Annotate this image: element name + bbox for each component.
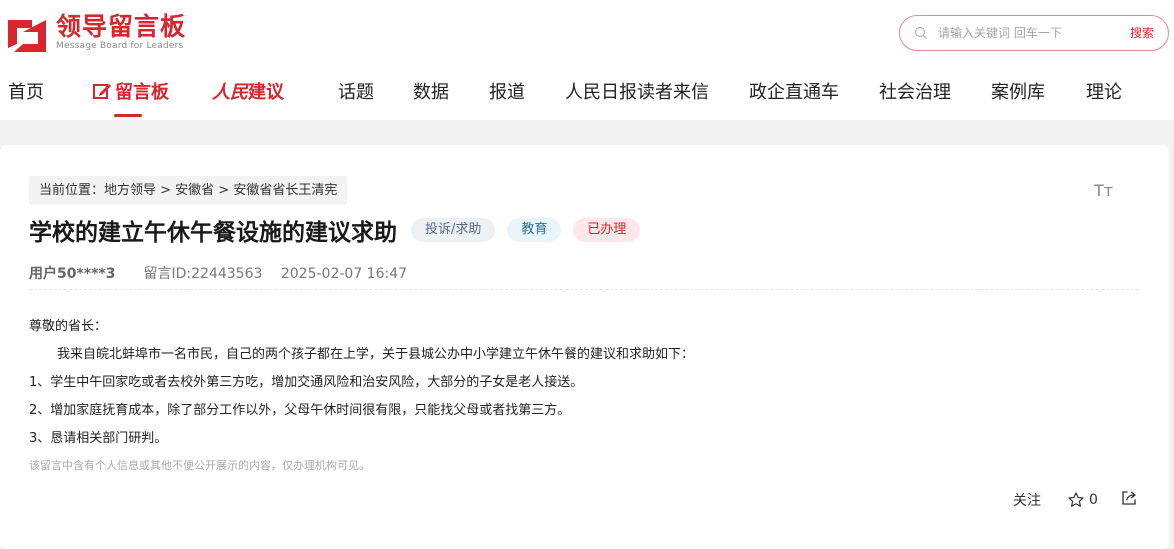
action-bar: 关注 0: [1013, 489, 1138, 511]
star-icon: [1068, 492, 1084, 507]
search-box: 搜索: [899, 15, 1169, 51]
people-brand-logo: 人民: [212, 82, 248, 103]
star-button[interactable]: 0: [1067, 491, 1098, 509]
edit-icon: [93, 84, 111, 99]
logo-mark-icon: [8, 14, 46, 52]
intro-paragraph: 我来自皖北蚌埠市一名市民，自己的两个孩子都在上学，关于县城公办中小学建立午休午餐…: [57, 347, 695, 362]
nav-item-social-governance[interactable]: 社会治理: [879, 78, 951, 104]
follow-button[interactable]: 关注: [1013, 490, 1041, 510]
page-title: 学校的建立午休午餐设施的建议求助: [29, 220, 397, 246]
main-nav: 首页 留言板 人民建议 话题 数据 报道 人民日报读者来信 政企直通车 社会治理…: [0, 66, 1174, 120]
nav-item-data[interactable]: 数据: [413, 78, 449, 104]
nav-item-suggestions[interactable]: 人民建议: [212, 78, 284, 104]
nav-item-home[interactable]: 首页: [8, 78, 44, 104]
nav-item-label: 留言板: [115, 82, 169, 103]
content-point: 2、增加家庭抚育成本，除了部分工作以外，父母午休时间很有限，只能找父母或者找第三…: [29, 403, 571, 418]
star-count: 0: [1089, 492, 1098, 508]
divider: [29, 289, 1139, 290]
privacy-note: 该留言中含有个人信息或其他不便公开展示的内容，仅办理机构可见。: [29, 459, 370, 472]
message-content: 尊敬的省长： 我来自皖北蚌埠市一名市民，自己的两个孩子都在上学，关于县城公办中小…: [29, 313, 694, 453]
message-id: 留言ID:22443563: [143, 266, 263, 282]
breadcrumb[interactable]: 当前位置：地方领导 > 安徽省 > 安徽省省长王清宪: [29, 176, 348, 205]
share-button[interactable]: [1120, 489, 1138, 511]
content-point: 3、恳请相关部门研判。: [29, 431, 168, 446]
message-datetime: 2025-02-07 16:47: [280, 266, 408, 282]
author-name: 用户50****3: [29, 266, 116, 282]
category-badge: 教育: [507, 218, 562, 242]
share-icon: [1122, 491, 1136, 505]
search-icon: [910, 22, 932, 44]
logo-subtitle: Message Board for Leaders: [56, 41, 184, 51]
nav-item-message-board[interactable]: 留言板: [92, 78, 169, 104]
title-row: 学校的建立午休午餐设施的建议求助 投诉/求助 教育 已办理: [29, 213, 641, 247]
nav-item-topics[interactable]: 话题: [338, 78, 374, 104]
status-badge: 已办理: [573, 218, 641, 242]
type-badge: 投诉/求助: [411, 218, 496, 242]
search-button[interactable]: 搜索: [1130, 24, 1154, 41]
message-card: 当前位置：地方领导 > 安徽省 > 安徽省省长王清宪 Tт 学校的建立午休午餐设…: [0, 145, 1169, 549]
active-nav-indicator: [114, 114, 142, 117]
nav-item-label: 建议: [248, 82, 284, 103]
logo-title: 领导留言板: [56, 12, 187, 41]
site-header: 领导留言板 Message Board for Leaders 搜索: [0, 0, 1174, 65]
nav-item-case-library[interactable]: 案例库: [991, 78, 1045, 104]
search-input[interactable]: [938, 26, 1108, 40]
content-point: 1、学生中午回家吃或者去校外第三方吃，增加交通风险和治安风险，大部分的子女是老人…: [29, 375, 584, 390]
message-meta: 用户50****3 留言ID:22443563 2025-02-07 16:47: [29, 263, 421, 283]
nav-item-people-daily-letters[interactable]: 人民日报读者来信: [565, 78, 709, 104]
nav-item-theory[interactable]: 理论: [1086, 78, 1122, 104]
nav-item-gov-business[interactable]: 政企直通车: [749, 78, 839, 104]
site-logo[interactable]: 领导留言板 Message Board for Leaders: [8, 13, 186, 52]
nav-item-reports[interactable]: 报道: [489, 78, 525, 104]
greeting: 尊敬的省长：: [29, 319, 108, 334]
font-size-icon[interactable]: Tт: [1094, 181, 1113, 200]
